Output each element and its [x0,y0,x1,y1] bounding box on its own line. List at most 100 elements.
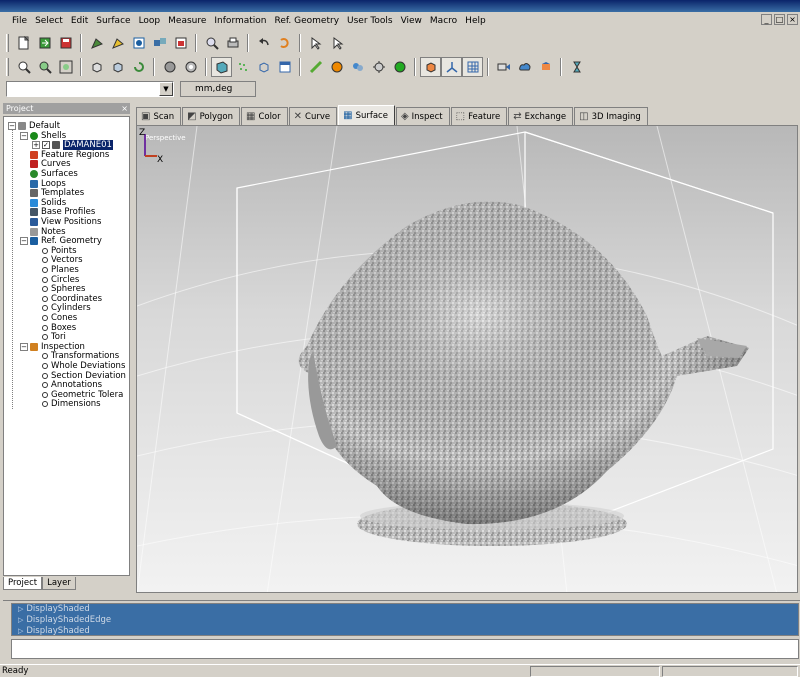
expand-arrow-icon[interactable]: ▷ [18,627,23,635]
pointer-icon[interactable] [326,33,347,53]
tree-item[interactable]: − Ref. Geometry [20,236,102,246]
view-cube-icon[interactable] [86,57,107,77]
menu-edit[interactable]: Edit [67,16,92,26]
import-icon[interactable] [34,33,55,53]
tree-item[interactable]: Tori [32,332,66,342]
grid-icon[interactable] [462,57,483,77]
menu-macro[interactable]: Macro [426,16,461,26]
command-history[interactable]: ▷ DisplayShaded ▷ DisplayShadedEdge ▷ Display… [11,603,799,636]
shaded-mode-icon[interactable] [211,57,232,77]
new-file-icon[interactable] [13,33,34,53]
expand-icon[interactable]: + [32,141,40,150]
cloud-icon[interactable] [514,57,535,77]
tree-item[interactable]: Solids [20,198,66,208]
tree-item[interactable]: Notes [20,227,66,237]
tree-item[interactable]: Base Profiles [20,207,95,217]
tab-project[interactable]: Project [3,577,43,590]
render-gear-icon[interactable] [180,57,201,77]
render-sphere-icon[interactable] [159,57,180,77]
save-icon[interactable] [55,33,76,53]
wire-box-icon[interactable] [253,57,274,77]
menu-loop[interactable]: Loop [135,16,165,26]
material-icon[interactable] [326,57,347,77]
project-tree[interactable]: − Default − Shells + ✓ DAMANE01 Feature Regions… [3,116,130,576]
close-icon[interactable]: × [121,103,128,114]
tree-item[interactable]: Section Deviation [32,371,126,381]
menu-surface[interactable]: Surface [92,16,134,26]
menu-user-tools[interactable]: User Tools [343,16,397,26]
zoom-in-icon[interactable] [34,57,55,77]
tree-item[interactable]: Geometric Tolera [32,390,123,400]
tree-item[interactable]: Transformations [32,351,119,361]
tree-item[interactable]: Feature Regions [20,150,109,160]
tree-item[interactable]: Spheres [32,284,85,294]
tab-curve[interactable]: ✕ Curve [288,107,338,125]
tree-item[interactable]: Curves [20,159,71,169]
close-button[interactable]: × [787,14,798,25]
print-icon[interactable] [222,33,243,53]
restore-button[interactable]: □ [774,14,785,25]
3d-viewport[interactable]: Perspective Z X [136,125,798,593]
visibility-checkbox[interactable]: ✓ [42,141,50,150]
point-cloud-icon[interactable] [232,57,253,77]
texture-icon[interactable] [347,57,368,77]
command-input[interactable] [11,639,799,659]
chevron-down-icon[interactable]: ▼ [159,82,173,96]
tab-exchange[interactable]: ⇄ Exchange [508,107,574,125]
expand-arrow-icon[interactable]: ▷ [18,605,23,613]
menu-help[interactable]: Help [461,16,490,26]
collapse-icon[interactable]: − [20,237,28,246]
scan-view-icon[interactable] [493,57,514,77]
open-scan-icon[interactable] [86,33,107,53]
tree-item[interactable]: Vectors [32,255,83,265]
redo-icon[interactable] [274,33,295,53]
tree-item[interactable]: + ✓ DAMANE01 [32,140,113,151]
window-icon[interactable] [274,57,295,77]
tree-item[interactable]: Boxes [32,323,76,333]
collapse-icon[interactable]: − [20,342,28,351]
export-icon[interactable] [107,33,128,53]
tree-item[interactable]: Cones [32,313,77,323]
minimize-button[interactable]: _ [761,14,772,25]
tree-item[interactable]: − Shells [20,131,66,141]
tab-scan[interactable]: ▣ Scan [136,107,182,125]
expand-arrow-icon[interactable]: ▷ [18,616,23,624]
tree-item[interactable]: Cylinders [32,303,91,313]
tab-layer[interactable]: Layer [42,577,76,590]
tab-surface[interactable]: ▦ Surface [338,105,395,125]
tab-3d-imaging[interactable]: ◫ 3D Imaging [574,107,648,125]
tab-feature[interactable]: ⬚ Feature [450,107,508,125]
tree-item[interactable]: Coordinates [32,294,102,304]
tree-item[interactable]: Planes [32,265,79,275]
tree-item[interactable]: Surfaces [20,169,78,179]
undo-icon[interactable] [253,33,274,53]
tree-item[interactable]: Annotations [32,380,102,390]
section-view-icon[interactable] [535,57,556,77]
lighting-icon[interactable] [368,57,389,77]
toolbar-grip[interactable] [6,34,9,52]
tree-item[interactable]: − Default [8,121,60,131]
clip-icon[interactable] [305,57,326,77]
view-front-icon[interactable] [107,57,128,77]
tree-item[interactable]: Points [32,246,77,256]
network-icon[interactable] [149,33,170,53]
snapshot-icon[interactable] [128,33,149,53]
menu-information[interactable]: Information [210,16,270,26]
tab-polygon[interactable]: ◩ Polygon [182,107,240,125]
menu-file[interactable]: File [8,16,31,26]
zoom-icon[interactable] [13,57,34,77]
axis-icon[interactable] [441,57,462,77]
hourglass-icon[interactable] [566,57,587,77]
menu-measure[interactable]: Measure [164,16,210,26]
collapse-icon[interactable]: − [20,131,28,140]
tree-item[interactable]: Templates [20,188,84,198]
zoom-window-icon[interactable] [201,33,222,53]
tree-item[interactable]: Whole Deviations [32,361,125,371]
bounding-box-icon[interactable] [420,57,441,77]
zoom-fit-icon[interactable] [55,57,76,77]
tab-inspect[interactable]: ◈ Inspect [395,107,450,125]
rotate-icon[interactable] [128,57,149,77]
tab-color[interactable]: ▦ Color [240,107,288,125]
toolbar-grip[interactable] [6,58,9,76]
green-ball-icon[interactable] [389,57,410,77]
